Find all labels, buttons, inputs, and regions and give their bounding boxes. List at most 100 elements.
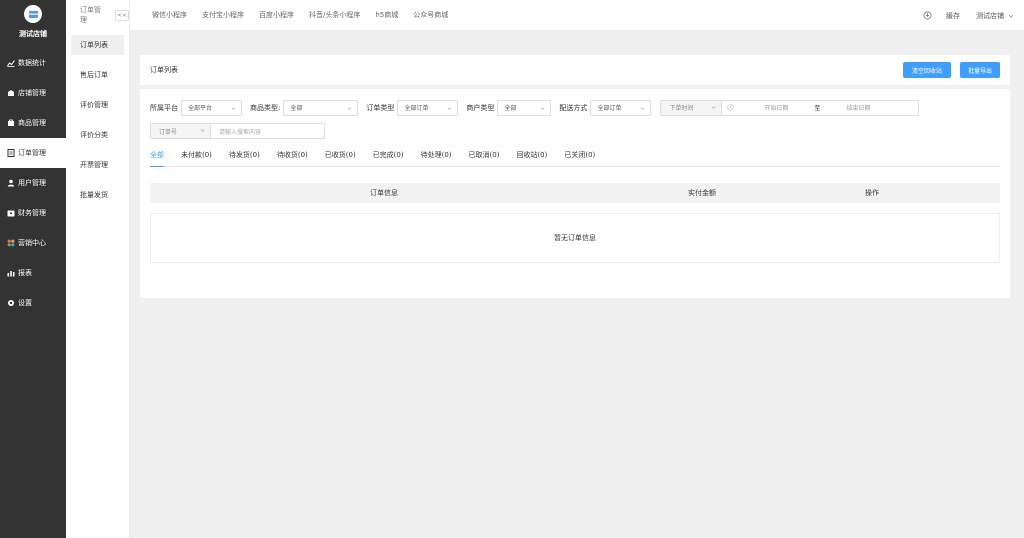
sidebar-item-label: 订单管理	[18, 149, 46, 157]
page-header: 订单列表 清空回收站 批量导出	[140, 55, 1010, 85]
main-sidebar: 测试店铺 数据统计 店铺管理 商品管理 订单管理 用户管理 财务管理 营销中心 …	[0, 0, 66, 538]
wallet-icon	[6, 209, 15, 218]
store-logo-icon	[24, 5, 42, 23]
sidebar-item-finance[interactable]: 财务管理	[0, 198, 66, 228]
search-input[interactable]: 请输入搜索内容	[211, 124, 324, 138]
order-type-select[interactable]: 全部订单	[397, 99, 459, 116]
chevron-down-icon	[711, 105, 716, 109]
chevron-down-icon	[200, 129, 205, 132]
tab-all[interactable]: 全部	[150, 150, 164, 167]
merchant-type-select[interactable]: 全部	[497, 99, 552, 116]
sidebar-item-users[interactable]: 用户管理	[0, 168, 66, 198]
sidebar-item-label: 用户管理	[18, 179, 46, 187]
submenu-item-batch-shipping[interactable]: 批量发货	[66, 180, 129, 210]
platform-tab-alipay[interactable]: 支付宝小程序	[202, 10, 244, 20]
order-panel: 所属平台 全部平台 商品类型: 全部 订单类型 全部订单 商户类型 全部 配送方…	[140, 89, 1010, 298]
platform-tab-official-account[interactable]: 公众号商城	[413, 10, 448, 20]
marketing-icon	[6, 239, 15, 248]
sidebar-item-goods[interactable]: 商品管理	[0, 108, 66, 138]
search-row: 订单号 请输入搜索内容	[150, 123, 1000, 139]
sidebar-item-label: 营销中心	[18, 239, 46, 247]
user-menu[interactable]: 测试店铺	[976, 11, 1014, 21]
tab-pending[interactable]: 待处理(0)	[421, 150, 452, 167]
clear-recycle-bin-button[interactable]: 清空回收站	[903, 62, 951, 78]
store-header: 测试店铺	[0, 0, 66, 48]
sidebar-item-reports[interactable]: 报表	[0, 258, 66, 288]
submenu-item-order-list[interactable]: 订单列表	[71, 35, 124, 55]
cache-button[interactable]: 缓存	[946, 11, 960, 21]
collapse-button[interactable]: <<	[115, 9, 129, 21]
submenu-title: 订单管理	[80, 6, 101, 24]
goods-type-label: 商品类型:	[250, 103, 281, 112]
submenu-item-after-sale[interactable]: 售后订单	[66, 60, 129, 90]
sidebar-item-shop[interactable]: 店铺管理	[0, 78, 66, 108]
empty-state-text: 暂无订单信息	[554, 234, 596, 242]
chevron-down-icon	[231, 106, 236, 110]
tab-recycle-bin[interactable]: 回收站(0)	[516, 150, 547, 167]
tab-to-receive[interactable]: 待收货(0)	[277, 150, 308, 167]
platform-tab-wechat[interactable]: 微信小程序	[152, 10, 187, 20]
delivery-select-value: 全部订单	[597, 105, 622, 112]
sidebar-item-statistics[interactable]: 数据统计	[0, 48, 66, 78]
report-icon	[6, 269, 15, 278]
batch-export-button[interactable]: 批量导出	[960, 62, 1000, 78]
page-title: 订单列表	[150, 66, 178, 74]
goods-type-select[interactable]: 全部	[283, 99, 359, 116]
start-date-input[interactable]: 开始日期	[764, 103, 788, 112]
search-type-value: 订单号	[159, 128, 178, 136]
platform-tab-h5[interactable]: h5商城	[375, 10, 398, 20]
date-type-value: 下单时间	[669, 105, 694, 112]
shop-icon	[6, 89, 15, 98]
sidebar-item-label: 商品管理	[18, 119, 46, 127]
sidebar-item-orders[interactable]: 订单管理	[0, 138, 66, 168]
platform-tab-baidu[interactable]: 百度小程序	[259, 10, 294, 20]
tab-closed[interactable]: 已关闭(0)	[564, 150, 595, 167]
tab-unpaid[interactable]: 未付款(0)	[181, 150, 212, 167]
submenu-item-invoices[interactable]: 开票管理	[66, 150, 129, 180]
sidebar-item-settings[interactable]: 设置	[0, 288, 66, 318]
goods-type-select-value: 全部	[290, 105, 303, 112]
top-bar: 微信小程序 支付宝小程序 百度小程序 抖音/头条小程序 h5商城 公众号商城 缓…	[130, 0, 1024, 31]
goods-icon	[6, 119, 15, 128]
end-date-input[interactable]: 结束日期	[846, 103, 870, 112]
info-circle-icon[interactable]	[923, 11, 932, 20]
topbar-actions: 缓存 测试店铺	[923, 0, 1014, 31]
order-status-tabs: 全部 未付款(0) 待发货(0) 待收货(0) 已收货(0) 已完成(0) 待处…	[150, 150, 1000, 167]
sidebar-item-marketing[interactable]: 营销中心	[0, 228, 66, 258]
submenu-item-reviews[interactable]: 评价管理	[66, 90, 129, 120]
platform-tab-douyin[interactable]: 抖音/头条小程序	[309, 10, 360, 20]
delivery-label: 配送方式	[559, 103, 588, 112]
sidebar-item-label: 报表	[18, 269, 32, 277]
chevron-down-icon	[1008, 14, 1014, 18]
date-range-filter: 下单时间 开始日期 至 结束日期	[660, 99, 920, 116]
merchant-type-label: 商户类型	[466, 103, 495, 112]
submenu-header: 订单管理 <<	[66, 0, 129, 30]
chevron-down-icon	[640, 106, 645, 110]
column-header-actions: 操作	[865, 189, 879, 197]
tab-received[interactable]: 已收货(0)	[325, 150, 356, 167]
platform-select[interactable]: 全部平台	[181, 99, 242, 116]
chevron-down-icon	[347, 106, 352, 110]
order-type-select-value: 全部订单	[404, 105, 429, 112]
date-type-select[interactable]: 下单时间	[661, 100, 723, 115]
tab-cancelled[interactable]: 已取消(0)	[469, 150, 500, 167]
sidebar-item-label: 设置	[18, 299, 32, 307]
order-search: 订单号 请输入搜索内容	[150, 123, 325, 139]
tab-to-ship[interactable]: 待发货(0)	[229, 150, 260, 167]
order-table-header: 订单信息 实付金额 操作	[150, 183, 1000, 203]
column-header-order-info: 订单信息	[370, 189, 398, 197]
chevron-down-icon	[540, 106, 545, 110]
platform-select-value: 全部平台	[188, 105, 213, 112]
delivery-select[interactable]: 全部订单	[590, 99, 652, 116]
user-icon	[6, 179, 15, 188]
search-type-select[interactable]: 订单号	[151, 124, 211, 138]
user-name: 测试店铺	[976, 11, 1004, 20]
column-header-amount: 实付金额	[688, 189, 716, 197]
chart-line-icon	[6, 59, 15, 68]
store-name: 测试店铺	[19, 30, 47, 38]
date-separator: 至	[814, 105, 821, 112]
submenu-item-review-categories[interactable]: 评价分类	[66, 120, 129, 150]
gear-icon	[6, 299, 15, 308]
tab-completed[interactable]: 已完成(0)	[373, 150, 404, 167]
clock-icon	[727, 104, 734, 111]
